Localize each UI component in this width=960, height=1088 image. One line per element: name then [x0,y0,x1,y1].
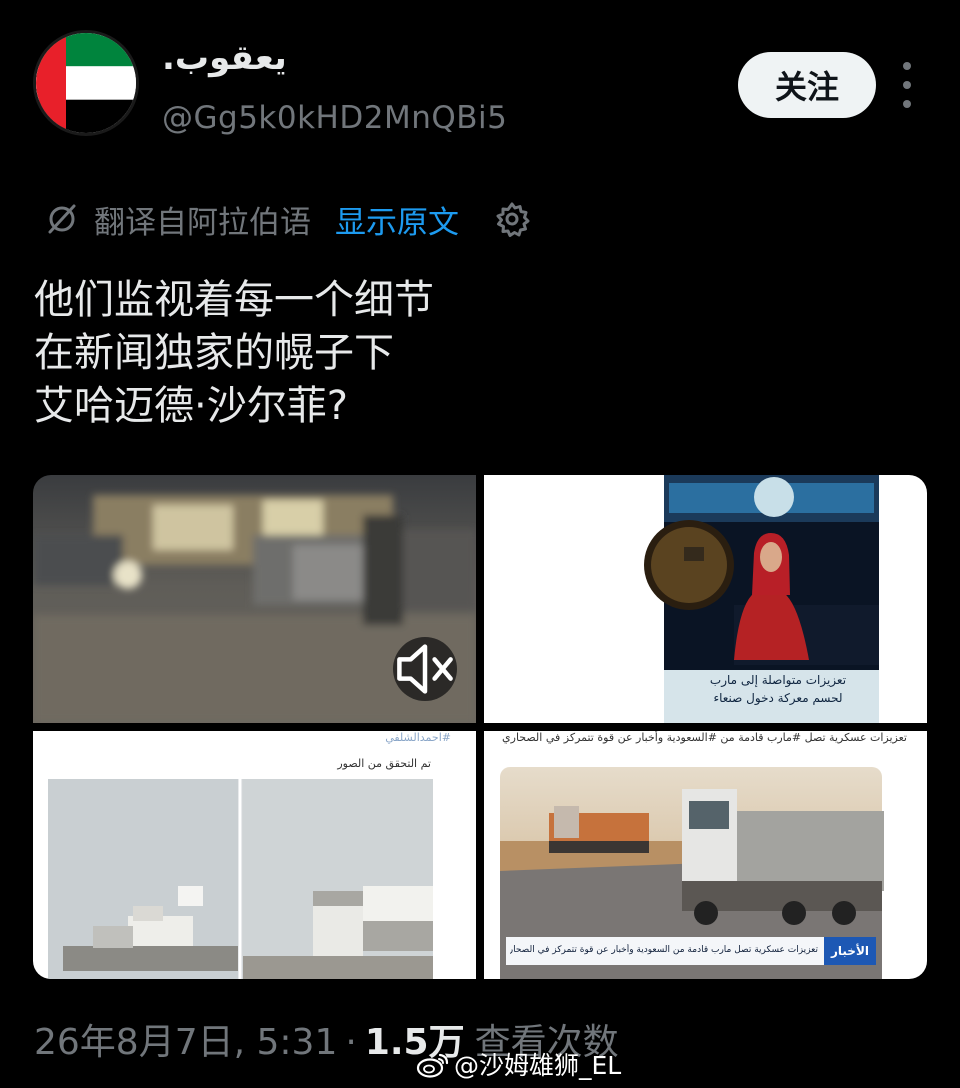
image4-post-text: تعزيزات عسكرية تصل #مارب قادمة من #السعو… [502,731,907,744]
image3-verified-text: تم التحقق من الصور [337,757,431,770]
tweet-line: 艾哈迈德·沙尔菲? [34,383,348,429]
news-caption-line: لحسم معركة دخول صنعاء [713,691,843,705]
uae-flag-icon [36,33,136,133]
show-original-link[interactable]: 显示原文 [335,197,459,242]
translate-icon [48,204,76,234]
watermark-text: @沙姆雄狮_EL [454,1051,622,1080]
author-display-name[interactable]: يعقوب. [162,38,287,78]
media-desert-trucks[interactable]: تعزيزات عسكرية تصل #مارب قادمة من #السعو… [484,731,927,979]
desert-trucks-image [484,731,927,979]
image3-header: #احمدالشلفي [385,731,451,744]
translated-from-label: 翻译自阿拉伯语 [94,204,311,241]
mute-button[interactable] [393,637,457,701]
muted-speaker-icon [397,644,453,694]
timestamp[interactable]: 26年8月7日, 5:31 [34,1013,337,1065]
image4-banner-label: الأخبار [830,944,869,958]
media-grid: تعزيزات متواصلة إلى مارب لحسم معركة دخول… [33,475,927,979]
media-verified-photos[interactable]: #احمدالشلفي تم التحقق من الصور [33,731,476,979]
news-caption-line: تعزيزات متواصلة إلى مارب [709,673,847,687]
tweet-text: 他们监视着每一个细节 在新闻独家的幌子下 艾哈迈德·沙尔菲? [34,274,434,433]
separator: · [345,1022,357,1063]
author-handle[interactable]: @Gg5k0kHD2MnQBi5 [162,100,507,136]
media-news-anchor[interactable]: تعزيزات متواصلة إلى مارب لحسم معركة دخول… [484,475,927,723]
media-video[interactable] [33,475,476,723]
avatar[interactable] [33,30,139,136]
translation-bar: 翻译自阿拉伯语 显示原文 [44,196,531,242]
weibo-icon [416,1053,449,1078]
follow-button[interactable]: 关注 [738,52,876,118]
image4-banner-text: تعزيزات عسكرية تصل مارب قادمة من السعودي… [510,945,818,955]
tweet-line: 他们监视着每一个细节 [34,277,434,323]
gear-icon[interactable] [493,200,531,238]
tweet-line: 在新闻独家的幌子下 [34,330,394,376]
watermark: @沙姆雄狮_EL [416,1046,621,1082]
more-vertical-icon[interactable] [894,62,920,108]
